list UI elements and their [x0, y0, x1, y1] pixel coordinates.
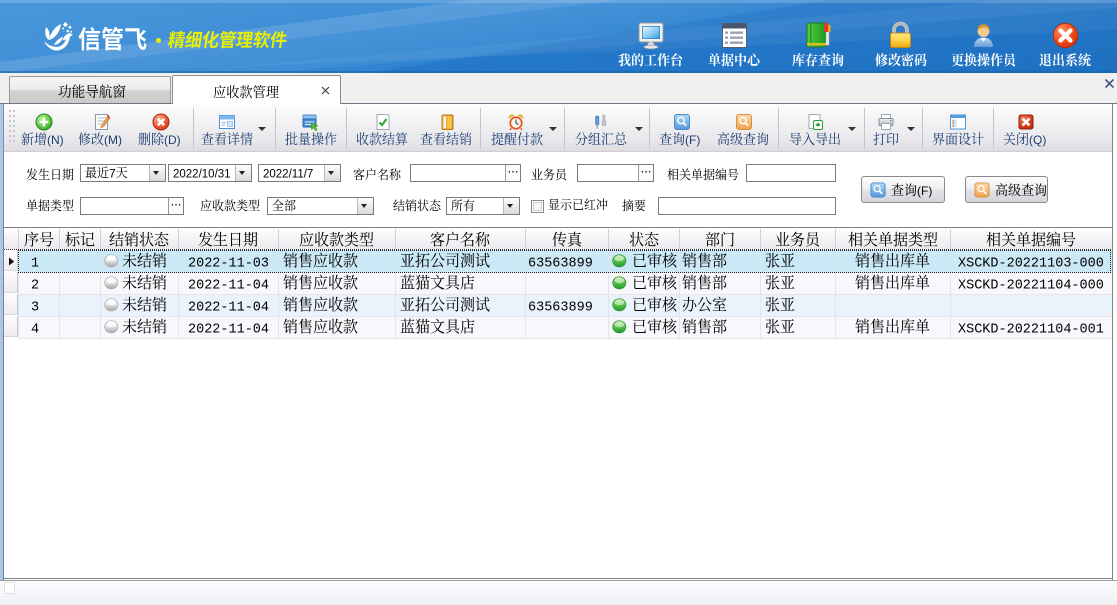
svg-text:(F): (F) — [685, 133, 700, 147]
svg-text:4: 4 — [31, 322, 39, 337]
svg-text:2022-11-03: 2022-11-03 — [188, 256, 269, 271]
svg-text:3: 3 — [31, 300, 39, 315]
svg-text:2022/10/31: 2022/10/31 — [173, 168, 231, 180]
svg-text:XSCKD-20221103-000: XSCKD-20221103-000 — [958, 256, 1104, 271]
svg-text:2022-11-04: 2022-11-04 — [188, 322, 269, 337]
svg-text:(N): (N) — [47, 133, 64, 147]
svg-text:(F): (F) — [917, 184, 932, 198]
svg-text:(D): (D) — [164, 133, 181, 147]
svg-text:2: 2 — [31, 278, 39, 293]
svg-text:1: 1 — [31, 256, 39, 271]
svg-text:7: 7 — [109, 166, 116, 180]
svg-text:(M): (M) — [104, 133, 122, 147]
svg-text:63563899: 63563899 — [528, 300, 593, 315]
svg-text:2022/11/7: 2022/11/7 — [263, 168, 313, 180]
svg-text:63563899: 63563899 — [528, 256, 593, 271]
svg-text:2022-11-04: 2022-11-04 — [188, 300, 269, 315]
svg-text:XSCKD-20221104-000: XSCKD-20221104-000 — [958, 278, 1104, 293]
svg-text:2022-11-04: 2022-11-04 — [188, 278, 269, 293]
svg-text:XSCKD-20221104-001: XSCKD-20221104-001 — [958, 322, 1104, 337]
svg-text:(Q): (Q) — [1029, 133, 1046, 147]
